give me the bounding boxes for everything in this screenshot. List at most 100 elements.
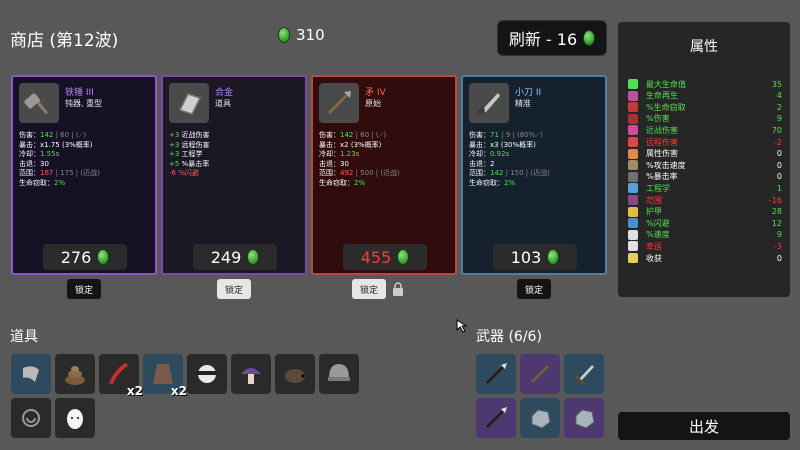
stat-icon <box>628 253 638 263</box>
stats-title: 属性 <box>690 39 718 55</box>
stat-icon <box>628 218 638 229</box>
weapon-slot[interactable] <box>520 354 560 394</box>
shop-card-alloy[interactable]: 合金 道具 +3 近战伤害 +3 远程伤害 +3 工程学 +5 %暴击率 -6 … <box>161 75 307 275</box>
stat-icon <box>628 102 638 113</box>
weapon-slot[interactable] <box>520 398 560 438</box>
material-gem-icon <box>247 249 260 265</box>
spear-icon <box>486 407 507 428</box>
stat-icon <box>628 137 638 147</box>
stat-row: %生命窃取 2 <box>628 101 782 113</box>
item-count: x2 <box>126 384 143 398</box>
spear-icon <box>319 83 359 123</box>
hammer-icon <box>19 83 59 123</box>
price-tag[interactable]: 249 <box>193 244 277 270</box>
rock-icon <box>575 409 595 429</box>
stat-row: 范围 -16 <box>628 194 782 206</box>
item-slot[interactable] <box>11 354 51 394</box>
item-slot[interactable] <box>55 354 95 394</box>
item-name: 矛 IV <box>365 88 386 98</box>
stat-label: %暴击率 <box>646 172 678 182</box>
sword-icon <box>575 365 594 385</box>
stat-icon <box>628 79 638 89</box>
lock-button[interactable]: 锁定 <box>352 279 386 299</box>
item-slot[interactable] <box>319 354 359 394</box>
spear-icon <box>486 363 507 384</box>
stat-icon <box>628 229 638 240</box>
stat-value: 35 <box>771 79 782 89</box>
stat-value: 70 <box>771 125 782 135</box>
lock-button[interactable]: 锁定 <box>67 279 101 299</box>
weapon-slot[interactable] <box>476 398 516 438</box>
ninja-icon <box>197 365 217 383</box>
scarf-icon <box>23 366 39 382</box>
item-slot[interactable] <box>275 354 315 394</box>
items-title: 道具 <box>10 329 38 345</box>
stat-icon <box>628 195 638 205</box>
item-slot[interactable]: x2 <box>99 354 143 398</box>
price-tag[interactable]: 276 <box>43 244 127 270</box>
weapon-slot[interactable] <box>476 354 516 394</box>
stat-row: %速度 9 <box>628 229 782 241</box>
stat-icon <box>628 113 638 124</box>
shop-card-hammer[interactable]: 铁锤 III 钝器, 重型 伤害：142 | 60 | (⟋) 暴击：x1.75… <box>11 75 157 275</box>
stat-label: 工程学 <box>646 183 670 193</box>
stat-icon <box>628 160 638 171</box>
weapons-title: 武器 (6/6) <box>476 329 542 345</box>
stat-value: -3 <box>774 241 782 251</box>
price-tag[interactable]: 455 <box>343 244 427 270</box>
mushroom-icon <box>241 368 261 384</box>
item-count: x2 <box>170 384 187 398</box>
stat-value: 4 <box>776 91 782 101</box>
stat-value: 9 <box>776 230 782 240</box>
weapon-slot[interactable] <box>564 398 604 438</box>
stat-icon <box>628 148 638 159</box>
stat-label: 属性伤害 <box>646 149 678 159</box>
stat-value: 9 <box>776 114 782 124</box>
stat-row: %伤害 9 <box>628 113 782 125</box>
material-gem-icon <box>97 249 110 265</box>
stat-row: 收获 0 <box>628 252 782 264</box>
stick-icon <box>530 364 550 384</box>
stat-row: 远程伤害 -2 <box>628 136 782 148</box>
item-name: 铁锤 III <box>65 88 94 98</box>
item-name: 小刀 II <box>515 88 542 98</box>
stat-row: 幸运 -3 <box>628 240 782 252</box>
stat-label: 幸运 <box>646 241 662 251</box>
item-type: 原始 <box>365 99 381 108</box>
item-stats: +3 近战伤害 +3 远程伤害 +3 工程学 +5 %暴击率 -6 %闪避 <box>169 131 210 177</box>
knife-icon <box>469 83 509 123</box>
item-stats: 伤害：142 | 60 | (⟋) 暴击：x1.75 (3%概率) 冷却：1.5… <box>19 131 100 187</box>
price-tag[interactable]: 103 <box>493 244 577 270</box>
item-slot[interactable] <box>55 398 95 438</box>
stat-value: -2 <box>774 137 782 147</box>
shop-card-knife[interactable]: 小刀 II 精准 伤害：71 | 9 | (80%⟋) 暴击：x3 (30%概率… <box>461 75 607 275</box>
shop-card-spear[interactable]: 矛 IV 原始 伤害：142 | 60 | (⟋) 暴击：x2 (3%概率) 冷… <box>311 75 457 275</box>
stats-panel: 属性 最大生命值 35 生命再生 4 %生命窃取 2 %伤害 9 近战伤害 70 远程伤害 -2 属性伤… <box>618 22 790 297</box>
alloy-icon <box>169 83 209 123</box>
stat-icon <box>628 183 638 194</box>
materials-counter: 310 <box>278 26 325 44</box>
helmet-icon <box>328 364 350 381</box>
material-gem-icon <box>397 249 410 265</box>
item-stats: 伤害：142 | 60 | (⟋) 暴击：x2 (3%概率) 冷却：1.23s … <box>319 131 400 187</box>
item-slot[interactable] <box>11 398 51 438</box>
go-button[interactable]: 出发 <box>618 412 790 440</box>
stat-row: 工程学 1 <box>628 182 782 194</box>
item-slot[interactable] <box>231 354 271 394</box>
stat-value: -16 <box>768 195 782 205</box>
stat-value: 28 <box>771 207 782 217</box>
stat-value: 0 <box>776 149 782 159</box>
poop-icon <box>65 366 85 385</box>
reroll-button[interactable]: 刷新 - 16 <box>497 20 607 56</box>
stat-row: 近战伤害 70 <box>628 124 782 136</box>
price-value: 103 <box>510 247 542 267</box>
reroll-label: 刷新 - 16 <box>508 30 578 49</box>
stat-row: %暴击率 0 <box>628 171 782 183</box>
item-slot[interactable] <box>187 354 227 394</box>
lock-button[interactable]: 锁定 <box>517 279 551 299</box>
item-slot[interactable]: x2 <box>143 354 187 398</box>
stat-row: 护甲 28 <box>628 206 782 218</box>
weapon-slot[interactable] <box>564 354 604 394</box>
lock-button[interactable]: 锁定 <box>217 279 251 299</box>
stat-label: %生命窃取 <box>646 102 686 112</box>
